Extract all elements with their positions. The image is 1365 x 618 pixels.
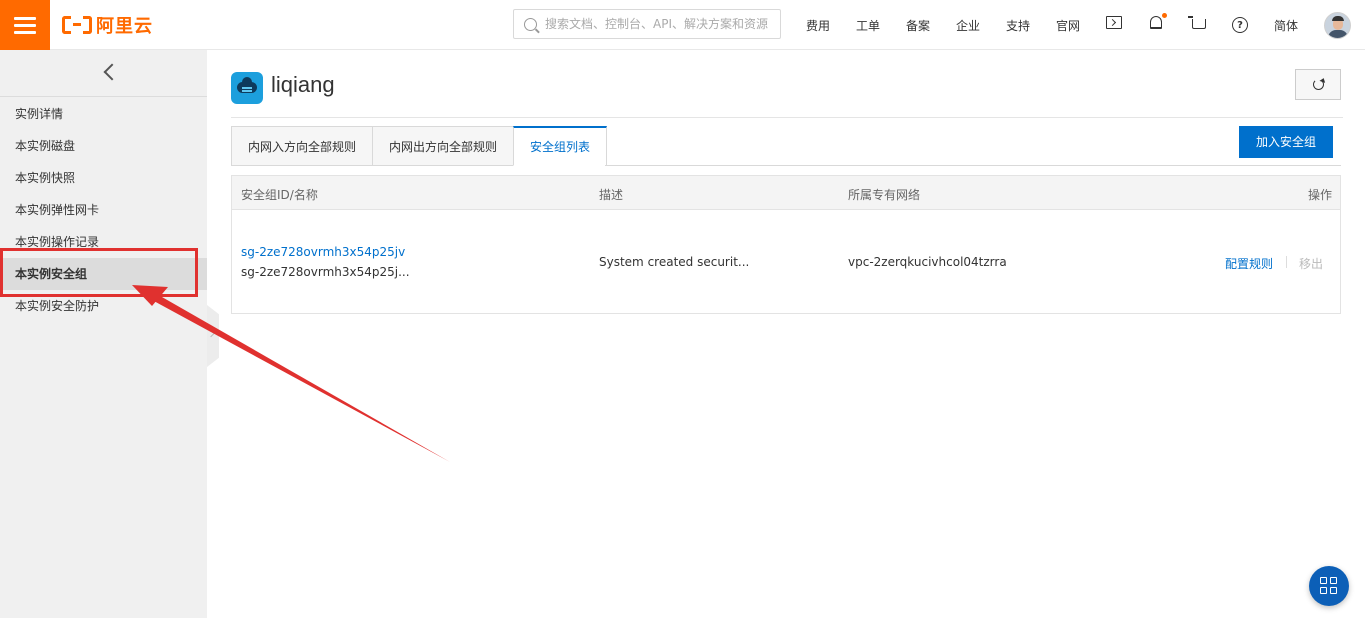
nav-support[interactable]: 支持 <box>1006 17 1030 34</box>
action-separator <box>1286 256 1287 268</box>
divider <box>231 117 1343 118</box>
bell-icon[interactable] <box>1150 13 1167 29</box>
search-icon <box>524 17 537 31</box>
sidebar-item-instance-details[interactable]: 实例详情 <box>0 98 207 130</box>
logo-text: 阿里云 <box>96 16 153 37</box>
vpc-id: vpc-2zerqkucivhcol04tzrra <box>848 255 1007 269</box>
column-header-description: 描述 <box>599 188 624 202</box>
tab-inbound-rules[interactable]: 内网入方向全部规则 <box>231 126 373 166</box>
chevron-left-icon <box>103 63 121 81</box>
remove-link[interactable]: 移出 <box>1299 255 1323 272</box>
tab-outbound-rules[interactable]: 内网出方向全部规则 <box>372 126 514 166</box>
grid-icon <box>1320 577 1327 584</box>
refresh-button[interactable] <box>1295 69 1341 100</box>
nav-icp[interactable]: 备案 <box>906 17 930 34</box>
security-group-table: 安全组ID/名称 描述 所属专有网络 操作 sg-2ze728ovrmh3x54… <box>231 175 1341 314</box>
security-group-description: System created securit... <box>599 255 750 269</box>
column-header-actions: 操作 <box>1307 188 1332 202</box>
logo[interactable]: 阿里云 <box>62 13 153 37</box>
nav-ticket[interactable]: 工单 <box>856 17 880 34</box>
nav-enterprise[interactable]: 企业 <box>956 17 980 34</box>
sidebar-item-snapshots[interactable]: 本实例快照 <box>0 162 207 194</box>
column-header-id: 安全组ID/名称 <box>241 188 318 202</box>
nav-billing[interactable]: 费用 <box>806 17 830 34</box>
logo-mark <box>62 16 92 34</box>
search-box[interactable] <box>513 9 781 39</box>
help-icon[interactable]: ? <box>1232 17 1248 33</box>
add-security-group-button[interactable]: 加入安全组 <box>1239 126 1333 158</box>
divider <box>605 165 1341 166</box>
back-button[interactable] <box>0 50 207 97</box>
security-group-name: sg-2ze728ovrmh3x54p25j... <box>241 265 410 279</box>
terminal-icon[interactable] <box>1106 16 1122 29</box>
avatar[interactable] <box>1324 12 1351 39</box>
column-header-vpc: 所属专有网络 <box>848 188 921 202</box>
cloud-server-icon <box>231 72 263 104</box>
sidebar: 实例详情 本实例磁盘 本实例快照 本实例弹性网卡 本实例操作记录 本实例安全组 … <box>0 50 207 618</box>
sidebar-item-disks[interactable]: 本实例磁盘 <box>0 130 207 162</box>
tab-bar: 内网入方向全部规则 内网出方向全部规则 安全组列表 <box>231 126 608 166</box>
page-title: liqiang <box>271 72 335 97</box>
security-group-id-link[interactable]: sg-2ze728ovrmh3x54p25jv <box>241 245 405 259</box>
cart-icon[interactable] <box>1188 16 1206 29</box>
menu-icon[interactable] <box>0 0 50 50</box>
refresh-icon <box>1312 79 1324 90</box>
tab-security-group-list[interactable]: 安全组列表 <box>513 126 608 166</box>
nav-official-site[interactable]: 官网 <box>1056 17 1080 34</box>
top-bar: 阿里云 费用 工单 备案 企业 支持 官网 ? 简体 <box>0 0 1365 50</box>
search-input[interactable] <box>545 17 775 31</box>
app-grid-button[interactable] <box>1309 566 1349 606</box>
configure-rules-link[interactable]: 配置规则 <box>1225 255 1273 272</box>
table-header: 安全组ID/名称 描述 所属专有网络 操作 <box>232 176 1340 210</box>
sidebar-item-eni[interactable]: 本实例弹性网卡 <box>0 194 207 226</box>
language-switch[interactable]: 简体 <box>1274 17 1298 34</box>
notification-dot <box>1162 13 1167 18</box>
annotation-highlight-box <box>0 248 198 297</box>
